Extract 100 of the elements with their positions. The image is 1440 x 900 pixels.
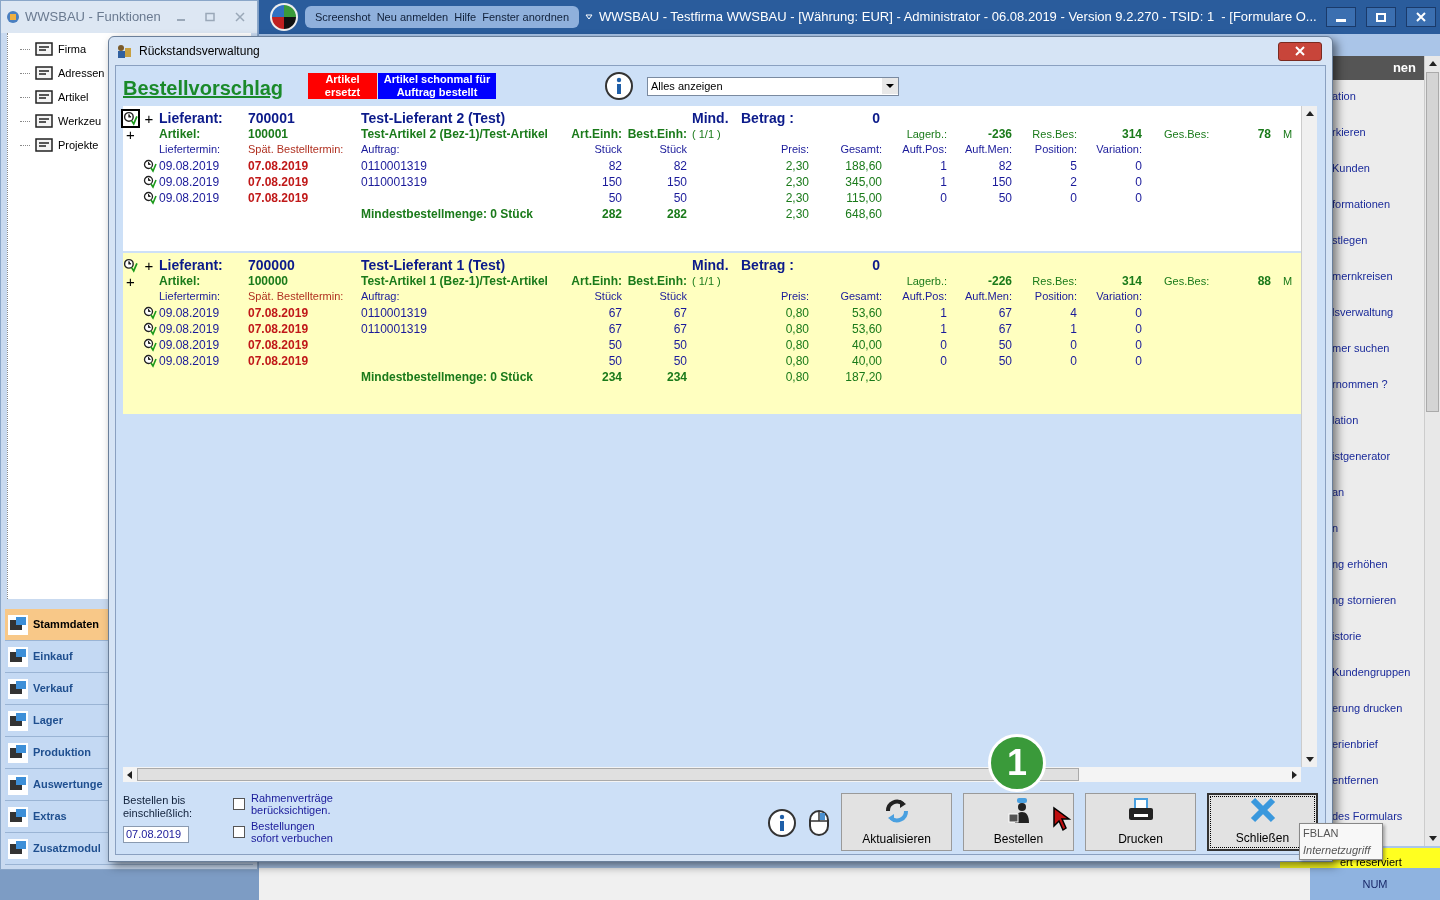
table-cell-text: 82 <box>672 158 687 175</box>
table-cell-text: 09.08.2019 <box>159 353 221 370</box>
tree-item[interactable]: Werkzeu <box>58 112 102 130</box>
tree-item[interactable]: Projekte <box>58 136 99 154</box>
table-cell-text: Mindestbestellmenge: 0 Stück <box>361 206 535 223</box>
panel-link[interactable]: ng erhöhen <box>1332 556 1424 574</box>
close-icon <box>1416 12 1426 22</box>
table-cell-text: 0,80 <box>784 321 809 338</box>
table-cell-text: 09.08.2019 <box>159 337 221 354</box>
menu-item[interactable]: Fenster anordnen <box>482 8 570 26</box>
table-cell-text: Best.Einh: <box>626 126 687 143</box>
table-cell-text: Auftrag: <box>361 142 401 157</box>
tree-item[interactable]: Adressen <box>58 64 105 82</box>
tree-item[interactable]: Artikel <box>58 88 89 106</box>
table-cell-text: 50 <box>672 337 687 354</box>
panel-link[interactable]: des Formulars <box>1332 808 1424 826</box>
table-cell-text: Lagerb.: <box>905 273 947 289</box>
table-cell-text: 09.08.2019 <box>159 305 221 322</box>
clock-check-icon[interactable] <box>123 258 138 273</box>
table-cell-text: 0 <box>939 337 947 354</box>
vertical-scrollbar[interactable] <box>1424 56 1440 846</box>
panel-link[interactable]: Kunden <box>1332 160 1424 178</box>
menu-item[interactable]: Hilfe <box>454 8 477 26</box>
info-icon[interactable] <box>604 71 634 101</box>
panel-link[interactable]: an <box>1332 484 1424 502</box>
table-cell-text: Variation: <box>1095 289 1142 304</box>
clock-check-icon[interactable] <box>143 191 157 205</box>
checkbox[interactable] <box>233 826 245 838</box>
panel-link[interactable]: istgenerator <box>1332 448 1424 466</box>
clock-check-icon[interactable] <box>143 306 157 320</box>
info-icon[interactable] <box>767 808 797 838</box>
panel-link[interactable]: n <box>1332 520 1424 538</box>
panel-link[interactable]: ation <box>1332 88 1424 106</box>
expand-toggle[interactable]: + <box>139 258 159 273</box>
table-cell-text: Lagerb.: <box>905 126 947 142</box>
panel-link[interactable]: erung drucken <box>1332 700 1424 718</box>
mouse-icon[interactable] <box>807 809 831 837</box>
filter-dropdown[interactable]: Alles anzeigen <box>647 76 899 96</box>
expand-toggle[interactable]: + <box>123 126 159 142</box>
panel-link[interactable]: ng stornieren <box>1332 592 1424 610</box>
table-cell-text: Best.Einh: <box>626 273 687 290</box>
table-cell-text: 67 <box>997 321 1012 338</box>
table-cell-text: 0 <box>1069 353 1077 370</box>
menu-item[interactable]: Neu anmelden <box>376 8 449 26</box>
panel-link[interactable]: istorie <box>1332 628 1424 646</box>
table-cell-text: 0 <box>1134 321 1142 338</box>
table-cell-text: 09.08.2019 <box>159 190 221 207</box>
module-icon <box>7 773 29 796</box>
clock-check-icon[interactable] <box>143 338 157 352</box>
clock-check-icon[interactable] <box>143 159 157 173</box>
maximize-button[interactable] <box>1366 7 1396 27</box>
expand-toggle[interactable]: + <box>139 111 159 126</box>
table-cell-text: 40,00 <box>850 337 882 354</box>
panel-link[interactable]: formationen <box>1332 196 1424 214</box>
legend-tag: Artikel ersetzt <box>308 73 377 99</box>
supplier-group[interactable] <box>123 106 1301 251</box>
panel-link[interactable]: mernkreisen <box>1332 268 1424 286</box>
table-cell-text: Auft.Pos: <box>901 142 947 157</box>
clock-check-icon[interactable] <box>143 175 157 189</box>
table-cell-text: 50 <box>997 353 1012 370</box>
expand-toggle[interactable]: + <box>123 273 159 289</box>
clock-check-icon[interactable] <box>143 322 157 336</box>
panel-link[interactable]: rkieren <box>1332 124 1424 142</box>
table-cell-text: Lieferant: <box>159 109 224 128</box>
table-cell-text: 0,80 <box>784 305 809 322</box>
table-cell-text: 282 <box>600 206 622 223</box>
module-icon <box>7 709 29 732</box>
panel-link[interactable]: stlegen <box>1332 232 1424 250</box>
tree-item[interactable]: Firma <box>58 40 87 58</box>
clock-check-icon[interactable] <box>143 354 157 368</box>
minimize-button[interactable] <box>1326 7 1356 27</box>
module-icon <box>7 805 29 828</box>
panel-link[interactable]: Kundengruppen <box>1332 664 1424 682</box>
table-cell-text: 82 <box>607 158 622 175</box>
close-button[interactable] <box>1406 7 1436 27</box>
table-cell-text: 2,30 <box>784 190 809 207</box>
panel-link[interactable]: rnommen ? <box>1332 376 1424 394</box>
panel-link[interactable]: lation <box>1332 412 1424 430</box>
table-cell-text: 67 <box>997 305 1012 322</box>
table-cell-text: 314 <box>1120 273 1142 290</box>
vertical-scrollbar[interactable] <box>1301 106 1317 767</box>
table-cell-text: 2,30 <box>784 158 809 175</box>
menu-item[interactable]: Screenshot <box>315 8 371 26</box>
clock-check-icon[interactable] <box>123 111 138 126</box>
table-cell-text: 0110001319 <box>361 158 428 175</box>
action-button[interactable]: Aktualisieren <box>841 793 952 851</box>
caret-icon[interactable] <box>585 13 594 21</box>
panel-link[interactable]: entfernen <box>1332 772 1424 790</box>
window-title: WWSBAU - Funktionen <box>25 8 161 27</box>
checkbox[interactable] <box>233 798 245 810</box>
table-cell-text: 78 <box>1256 126 1271 143</box>
table-cell-text: Art.Einh: <box>570 126 622 143</box>
panel-link[interactable]: lsverwaltung <box>1332 304 1424 322</box>
panel-link[interactable]: mer suchen <box>1332 340 1424 358</box>
supplier-group[interactable] <box>123 253 1301 414</box>
close-button[interactable] <box>1278 41 1322 61</box>
table-cell-text: 1 <box>939 321 947 338</box>
action-button[interactable]: Drucken <box>1085 793 1196 851</box>
date-field[interactable]: 07.08.2019 <box>123 825 189 843</box>
panel-link[interactable]: erienbrief <box>1332 736 1424 754</box>
